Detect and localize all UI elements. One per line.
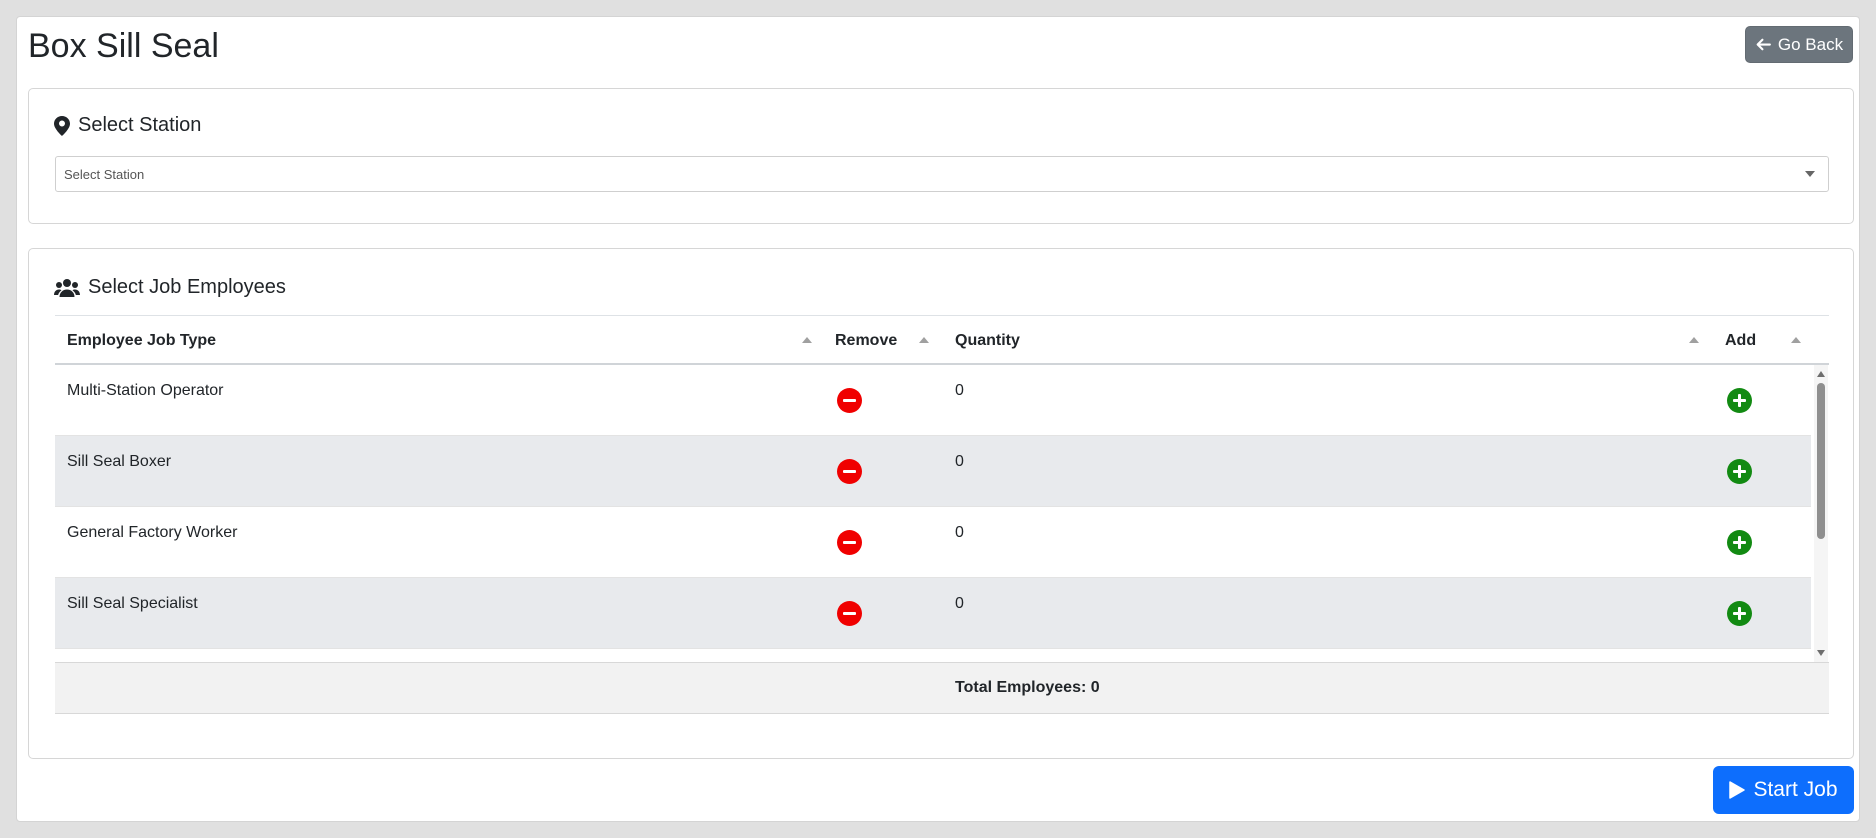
play-icon: [1729, 781, 1746, 799]
minus-circle-icon: [843, 399, 856, 402]
table-row: Sill Seal Specialist 0: [55, 578, 1811, 649]
remove-button[interactable]: [837, 388, 862, 413]
job-type-cell: Multi-Station Operator: [67, 382, 224, 399]
column-header-add[interactable]: Add: [1725, 332, 1756, 350]
job-type-cell: General Factory Worker: [67, 524, 238, 541]
sort-add-icon[interactable]: [1791, 337, 1801, 343]
table-row: General Factory Worker 0: [55, 507, 1811, 578]
minus-circle-icon: [843, 541, 856, 544]
plus-vertical: [1738, 536, 1741, 549]
quantity-cell: 0: [955, 382, 964, 399]
table-scrollbar[interactable]: [1814, 365, 1828, 662]
remove-button[interactable]: [837, 459, 862, 484]
arrow-left-icon: [1756, 38, 1771, 51]
total-employees: Total Employees: 0: [955, 679, 1100, 696]
table-header: Employee Job Type Remove Quantity Add: [55, 315, 1829, 365]
plus-vertical: [1738, 607, 1741, 620]
add-button[interactable]: [1727, 388, 1752, 413]
station-heading-label: Select Station: [78, 114, 202, 136]
station-card: Select Station Select Station: [28, 88, 1854, 224]
scroll-down-arrow-icon[interactable]: [1817, 650, 1825, 656]
quantity-cell: 0: [955, 595, 964, 612]
station-select-value: Select Station: [64, 167, 145, 182]
sort-quantity-icon[interactable]: [1689, 337, 1699, 343]
column-header-job-type[interactable]: Employee Job Type: [67, 332, 216, 350]
column-header-quantity[interactable]: Quantity: [955, 332, 1020, 350]
users-icon: [54, 278, 80, 297]
page-container: Box Sill Seal Go Back Select Station Sel…: [16, 16, 1860, 822]
plus-vertical: [1738, 394, 1741, 407]
start-job-button[interactable]: Start Job: [1713, 766, 1854, 814]
employees-heading: Select Job Employees: [54, 276, 286, 299]
map-pin-icon: [54, 115, 70, 136]
table-row: Multi-Station Operator 0: [55, 365, 1811, 436]
employees-heading-label: Select Job Employees: [88, 276, 286, 298]
table-footer: Total Employees: 0: [55, 662, 1829, 714]
minus-circle-icon: [843, 470, 856, 473]
add-button[interactable]: [1727, 601, 1752, 626]
go-back-button[interactable]: Go Back: [1745, 26, 1853, 63]
remove-button[interactable]: [837, 530, 862, 555]
start-job-label: Start Job: [1753, 778, 1838, 801]
sort-remove-icon[interactable]: [919, 337, 929, 343]
add-button[interactable]: [1727, 530, 1752, 555]
column-header-remove[interactable]: Remove: [835, 332, 897, 350]
page-title: Box Sill Seal: [28, 27, 219, 65]
station-heading: Select Station: [54, 114, 201, 137]
scroll-up-arrow-icon[interactable]: [1817, 371, 1825, 377]
quantity-cell: 0: [955, 524, 964, 541]
employees-card: Select Job Employees Employee Job Type R…: [28, 248, 1854, 759]
go-back-label: Go Back: [1777, 34, 1844, 54]
scroll-thumb[interactable]: [1817, 383, 1825, 539]
quantity-cell: 0: [955, 453, 964, 470]
table-body: Multi-Station Operator 0 Sill Seal Boxer…: [55, 365, 1829, 662]
station-select[interactable]: Select Station: [55, 156, 1829, 192]
remove-button[interactable]: [837, 601, 862, 626]
employees-table: Employee Job Type Remove Quantity Add Mu…: [55, 315, 1829, 714]
sort-job-type-icon[interactable]: [802, 337, 812, 343]
job-type-cell: Sill Seal Boxer: [67, 453, 172, 470]
chevron-down-icon: [1805, 171, 1815, 177]
job-type-cell: Sill Seal Specialist: [67, 595, 198, 612]
table-row: Sill Seal Boxer 0: [55, 436, 1811, 507]
plus-vertical: [1738, 465, 1741, 478]
minus-circle-icon: [843, 612, 856, 615]
add-button[interactable]: [1727, 459, 1752, 484]
